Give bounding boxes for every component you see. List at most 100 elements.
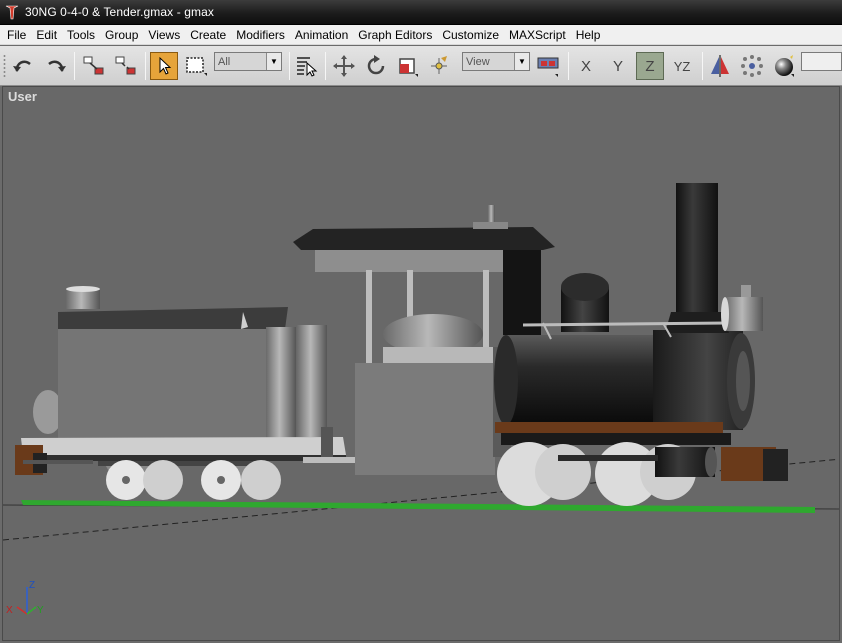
- restrict-to-plane-button[interactable]: YZ: [668, 52, 696, 80]
- cursor-arrow-icon: [159, 56, 172, 75]
- select-and-link-button[interactable]: [80, 52, 108, 80]
- headlight-vent: [741, 285, 751, 297]
- redo-button[interactable]: [41, 52, 69, 80]
- axis-y-label: Y: [612, 57, 623, 75]
- cab-lower-panel: [355, 363, 495, 475]
- material-sphere-icon: [775, 55, 794, 77]
- select-object-button[interactable]: [150, 52, 178, 80]
- boiler-handrail: [522, 321, 729, 327]
- locomotive-model: [293, 183, 788, 506]
- wheel-hub: [217, 476, 225, 484]
- unlink-icon: [115, 56, 136, 75]
- toolbar-separator: [568, 52, 569, 80]
- user-viewport[interactable]: User Z X Y: [2, 86, 840, 641]
- chevron-down-icon: ▼: [266, 53, 281, 70]
- gmax-logo-icon[interactable]: [4, 4, 20, 20]
- gizmo-x-label: X: [6, 605, 13, 616]
- running-board: [495, 422, 723, 433]
- menu-modifiers[interactable]: Modifiers: [231, 25, 290, 45]
- menu-bar: File Edit Tools Group Views Create Modif…: [0, 25, 842, 45]
- array-tool-button[interactable]: [738, 52, 766, 80]
- menu-maxscript[interactable]: MAXScript: [504, 25, 571, 45]
- tender-model: [15, 286, 346, 500]
- main-toolbar: All ▼ View ▼ X Y Z YZ: [0, 46, 842, 86]
- boiler-rear-edge: [494, 335, 518, 425]
- menu-graph-editors[interactable]: Graph Editors: [353, 25, 437, 45]
- smokestack: [676, 183, 718, 323]
- move-icon: [333, 55, 355, 77]
- scale-icon: [399, 58, 418, 77]
- toolbar-grip[interactable]: [3, 54, 6, 78]
- window-title: 30NG 0-4-0 & Tender.gmax - gmax: [25, 5, 214, 19]
- axis-z-label: Z: [645, 57, 655, 75]
- cab-post: [366, 270, 372, 370]
- menu-tools[interactable]: Tools: [62, 25, 100, 45]
- menu-animation[interactable]: Animation: [290, 25, 353, 45]
- cab-step: [303, 457, 355, 463]
- select-by-name-button[interactable]: [293, 52, 321, 80]
- selection-filter-value: All: [218, 55, 231, 68]
- mirror-tool-button[interactable]: [706, 52, 734, 80]
- reference-coordinate-value: View: [466, 55, 490, 68]
- menu-create[interactable]: Create: [185, 25, 231, 45]
- mirror-tool-icon: [711, 55, 729, 77]
- gizmo-y-axis: [26, 606, 37, 615]
- track-rail: [21, 500, 815, 513]
- undo-button[interactable]: [10, 52, 38, 80]
- selection-filter-dropdown[interactable]: All ▼: [214, 52, 282, 71]
- cab-roof: [293, 227, 555, 250]
- material-editor-button[interactable]: [770, 52, 798, 80]
- tender-sill: [23, 460, 93, 464]
- reference-coordinate-dropdown[interactable]: View ▼: [462, 52, 530, 71]
- gizmo-z-label: Z: [29, 580, 35, 591]
- axis-yz-label: YZ: [673, 58, 691, 74]
- menu-help[interactable]: Help: [571, 25, 606, 45]
- mirror-icon: [537, 57, 559, 77]
- undo-icon: [13, 60, 31, 72]
- menu-customize[interactable]: Customize: [437, 25, 504, 45]
- pivot-point-center-button[interactable]: [425, 52, 453, 80]
- rectangular-selection-button[interactable]: [182, 52, 210, 80]
- driver-wheel-far: [535, 444, 591, 500]
- restrict-to-z-button[interactable]: Z: [636, 52, 664, 80]
- gizmo-y-label: Y: [37, 605, 44, 616]
- headlight: [725, 297, 763, 331]
- toolbar-separator: [289, 52, 290, 80]
- axis-gizmo: Z X Y: [6, 580, 44, 616]
- whistle-base: [473, 222, 508, 229]
- boiler: [503, 335, 663, 425]
- steam-dome-cap: [561, 273, 609, 301]
- menu-edit[interactable]: Edit: [31, 25, 62, 45]
- restrict-to-x-button[interactable]: X: [572, 52, 600, 80]
- named-selection-set-input[interactable]: [801, 52, 842, 71]
- menu-file[interactable]: File: [2, 25, 31, 45]
- title-bar: 30NG 0-4-0 & Tender.gmax - gmax: [0, 0, 842, 25]
- select-and-scale-button[interactable]: [394, 52, 422, 80]
- cylinder-head: [705, 447, 717, 477]
- toolbar-separator: [702, 52, 703, 80]
- toolbar-separator: [74, 52, 75, 80]
- side-rod: [558, 455, 658, 461]
- menu-group[interactable]: Group: [100, 25, 143, 45]
- unlink-selection-button[interactable]: [112, 52, 140, 80]
- toolbar-separator: [325, 52, 326, 80]
- restrict-to-y-button[interactable]: Y: [604, 52, 632, 80]
- link-icon: [83, 56, 104, 75]
- scene-render: Z X Y: [3, 183, 839, 616]
- array-icon: [741, 55, 763, 77]
- tender-tank-right: [297, 325, 327, 437]
- select-and-rotate-button[interactable]: [362, 52, 390, 80]
- select-by-name-icon: [297, 57, 318, 77]
- smokebox-door-ring: [736, 351, 750, 411]
- tender-filler-cap: [66, 286, 100, 292]
- select-and-move-button[interactable]: [330, 52, 358, 80]
- mirror-selected-button[interactable]: [534, 52, 562, 80]
- tender-wheel: [241, 460, 281, 500]
- gizmo-x-axis: [16, 606, 28, 615]
- tender-tank-left: [266, 327, 296, 439]
- drawbar: [321, 427, 333, 457]
- tender-top-rim: [58, 307, 288, 329]
- headlight-lens: [721, 297, 729, 331]
- menu-views[interactable]: Views: [143, 25, 185, 45]
- front-coupler: [763, 449, 788, 481]
